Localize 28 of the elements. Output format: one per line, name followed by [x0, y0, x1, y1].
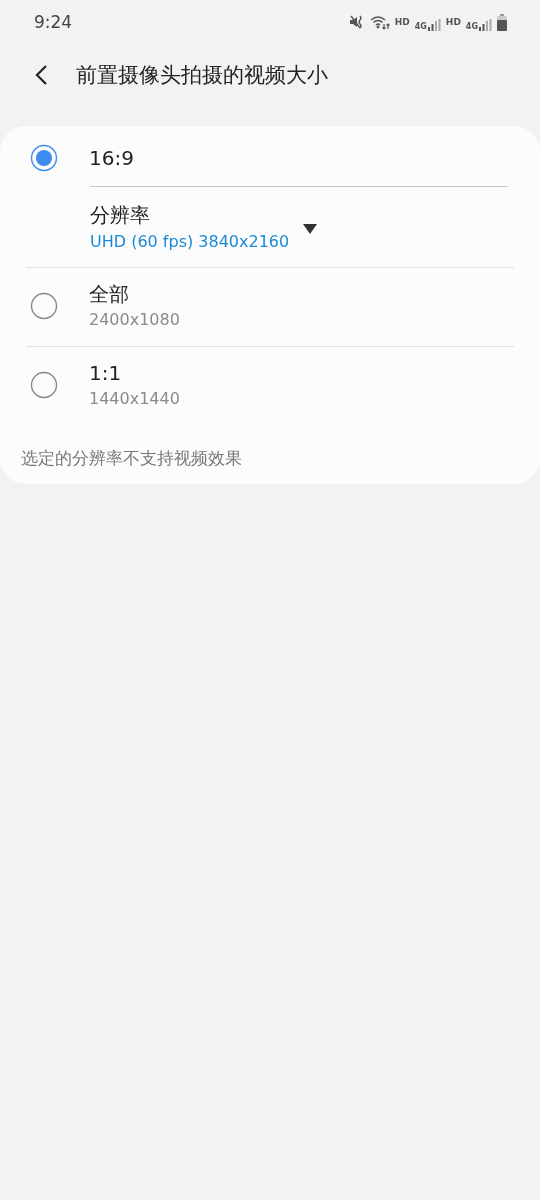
dropdown-value: UHD (60 fps) 3840x2160 [90, 231, 290, 253]
wifi-icon [369, 14, 390, 30]
signal-icon [426, 19, 441, 31]
radio-button[interactable] [30, 292, 58, 320]
hd-label: HD [445, 17, 461, 27]
option-label: 全部 [89, 281, 130, 308]
resolution-dropdown[interactable]: 分辨率 UHD (60 fps) 3840x2160 [26, 187, 514, 267]
option-label: 1:1 [89, 360, 123, 387]
battery-icon [497, 13, 507, 31]
page-title: 前置摄像头拍摄的视频大小 [76, 62, 328, 89]
dropdown-label: 分辨率 [90, 202, 151, 229]
radio-button[interactable] [30, 371, 58, 399]
status-time: 9:24 [34, 12, 73, 32]
back-icon [34, 64, 48, 86]
option-detail: 1440x1440 [89, 388, 180, 410]
radio-button[interactable] [30, 144, 58, 172]
signal-icon [478, 19, 492, 31]
option-detail: 2400x1080 [89, 309, 180, 331]
network-type-label: 4G [414, 22, 427, 31]
option-label: 16:9 [89, 145, 134, 172]
hd-label: HD [394, 17, 410, 27]
caret-icon [303, 224, 318, 234]
network-type-label: 4G [465, 22, 478, 31]
mute-vibrate-icon [348, 14, 365, 30]
note-text: 选定的分辨率不支持视频效果 [20, 447, 243, 470]
option-row[interactable]: 全部 2400x1080 [26, 268, 514, 346]
option-row[interactable]: 16:9 [26, 134, 514, 186]
option-row[interactable]: 1:1 1440x1440 [26, 347, 514, 425]
